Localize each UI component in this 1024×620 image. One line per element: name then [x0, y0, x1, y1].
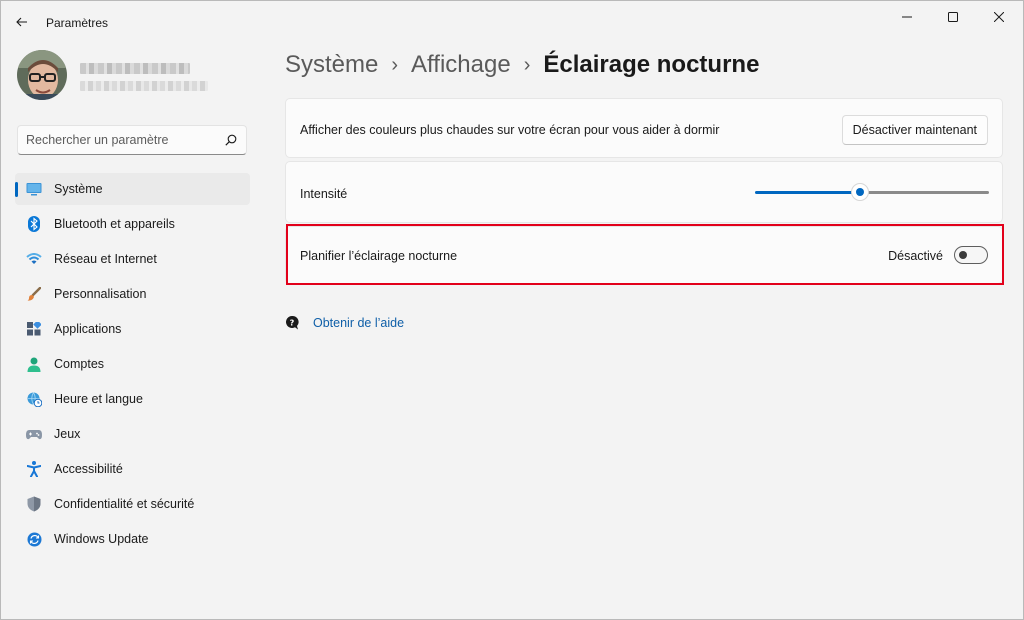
person-icon	[26, 356, 42, 372]
sidebar-item-label: Comptes	[54, 357, 105, 371]
sidebar-nav: Système Bluetooth et appareils Réseau et…	[15, 173, 250, 558]
sidebar-item-bluetooth[interactable]: Bluetooth et appareils	[15, 208, 250, 240]
schedule-card: Planifier l’éclairage nocturne Désactivé	[285, 226, 1003, 284]
slider-fill	[755, 191, 854, 194]
avatar[interactable]	[17, 50, 67, 100]
profile-email-blurred	[80, 81, 208, 91]
sidebar-item-label: Heure et langue	[54, 392, 143, 406]
sidebar-item-label: Accessibilité	[54, 462, 123, 476]
sidebar-item-label: Bluetooth et appareils	[54, 217, 175, 231]
profile-name-blurred	[80, 63, 190, 74]
sidebar-item-label: Système	[54, 182, 103, 196]
chevron-right-icon: ›	[523, 53, 531, 76]
breadcrumb-affichage[interactable]: Affichage	[411, 51, 511, 79]
back-arrow-icon	[16, 17, 27, 27]
sidebar-item-jeux[interactable]: Jeux	[15, 418, 250, 450]
close-button[interactable]	[976, 3, 1022, 31]
disable-now-button[interactable]: Désactiver maintenant	[841, 115, 988, 145]
sidebar-item-comptes[interactable]: Comptes	[15, 348, 250, 380]
wifi-icon	[26, 251, 42, 267]
breadcrumb: Système › Affichage › Éclairage nocturne	[285, 51, 759, 79]
intensity-slider[interactable]	[755, 183, 989, 201]
update-icon	[26, 531, 42, 547]
sidebar-item-label: Confidentialité et sécurité	[54, 497, 195, 511]
settings-window: Paramètres Rechercher un paramètre Systè…	[0, 0, 1024, 620]
sidebar-item-label: Jeux	[54, 427, 81, 441]
help-icon: ?	[286, 315, 299, 330]
shield-icon	[26, 496, 42, 512]
globe-clock-icon	[26, 391, 42, 407]
sidebar-item-reseau[interactable]: Réseau et Internet	[15, 243, 250, 275]
display-icon	[26, 181, 42, 197]
toggle-knob	[959, 251, 967, 259]
app-title: Paramètres	[46, 16, 109, 30]
minimize-icon	[902, 16, 912, 18]
maximize-icon	[948, 12, 958, 22]
back-button[interactable]	[11, 12, 33, 32]
title-bar: Paramètres	[1, 1, 1023, 43]
gamepad-icon	[26, 426, 42, 442]
help-link-row[interactable]: ? Obtenir de l’aide	[285, 315, 404, 331]
maximize-button[interactable]	[930, 3, 976, 31]
night-light-description: Afficher des couleurs plus chaudes sur v…	[300, 123, 720, 137]
avatar-photo	[17, 50, 67, 100]
svg-text:?: ?	[290, 319, 295, 328]
sidebar-item-label: Réseau et Internet	[54, 252, 157, 266]
toggle-state-label: Désactivé	[888, 249, 943, 263]
slider-thumb[interactable]	[851, 183, 869, 201]
bluetooth-icon	[26, 216, 42, 232]
search-input[interactable]	[26, 126, 216, 154]
apps-icon	[26, 321, 42, 337]
intensity-label: Intensité	[300, 187, 348, 201]
breadcrumb-systeme[interactable]: Système	[285, 51, 378, 79]
sidebar-item-systeme[interactable]: Système	[15, 173, 250, 205]
brush-icon	[26, 286, 42, 302]
intensity-card: Intensité	[285, 161, 1003, 223]
page-title: Éclairage nocturne	[543, 51, 760, 78]
help-link[interactable]: Obtenir de l’aide	[313, 316, 404, 330]
night-light-card: Afficher des couleurs plus chaudes sur v…	[285, 98, 1003, 158]
sidebar-item-windows-update[interactable]: Windows Update	[15, 523, 250, 555]
search-box[interactable]	[17, 125, 247, 155]
sidebar-item-label: Personnalisation	[54, 287, 147, 301]
sidebar-item-label: Windows Update	[54, 532, 149, 546]
minimize-button[interactable]	[884, 3, 930, 31]
search-icon[interactable]	[225, 134, 237, 146]
sidebar-item-heure[interactable]: Heure et langue	[15, 383, 250, 415]
sidebar-item-accessibilite[interactable]: Accessibilité	[15, 453, 250, 485]
sidebar-item-label: Applications	[54, 322, 122, 336]
sidebar-item-personnalisation[interactable]: Personnalisation	[15, 278, 250, 310]
sidebar-item-applications[interactable]: Applications	[15, 313, 250, 345]
schedule-label: Planifier l’éclairage nocturne	[300, 249, 458, 263]
accessibility-icon	[26, 461, 42, 477]
chevron-right-icon: ›	[391, 53, 399, 76]
slider-track	[868, 191, 989, 194]
close-icon	[994, 12, 1004, 22]
sidebar-item-confidentialite[interactable]: Confidentialité et sécurité	[15, 488, 250, 520]
schedule-toggle[interactable]	[954, 246, 988, 264]
